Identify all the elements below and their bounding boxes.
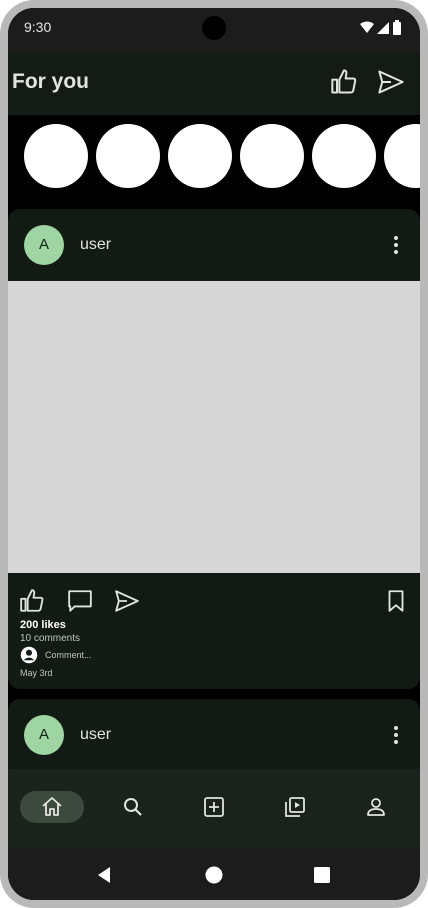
- bookmark-icon[interactable]: [383, 588, 409, 614]
- video-library-icon: [285, 797, 305, 817]
- send-icon[interactable]: [114, 588, 140, 614]
- status-time: 9:30: [24, 19, 52, 35]
- comments-count[interactable]: 10 comments: [20, 633, 80, 644]
- comment-input[interactable]: Comment...: [20, 646, 220, 664]
- recents-icon[interactable]: [312, 865, 332, 885]
- like-icon[interactable]: [19, 588, 45, 614]
- post-username[interactable]: user: [80, 236, 111, 254]
- back-icon[interactable]: [95, 865, 115, 885]
- more-vert-icon[interactable]: [392, 233, 400, 257]
- nav-create[interactable]: [182, 791, 246, 823]
- post-card: A user: [8, 699, 420, 779]
- post-card: A user: [8, 209, 420, 689]
- post-header: A user: [8, 699, 420, 771]
- more-vert-icon[interactable]: [392, 723, 400, 747]
- story-avatar[interactable]: [168, 124, 232, 188]
- status-bar: 9:30: [8, 8, 420, 52]
- screen: 9:30 For you A user 200 likes 10 comment…: [8, 8, 420, 900]
- battery-icon: [393, 22, 401, 35]
- story-avatar[interactable]: [240, 124, 304, 188]
- wifi-icon: [360, 21, 374, 33]
- nav-home[interactable]: [20, 791, 84, 823]
- nav-videos[interactable]: [263, 791, 327, 823]
- front-camera: [202, 16, 226, 40]
- person-icon: [367, 798, 385, 816]
- avatar[interactable]: A: [24, 225, 64, 265]
- send-icon[interactable]: [377, 68, 405, 96]
- top-app-bar: For you: [8, 52, 420, 115]
- bottom-navigation: [8, 769, 420, 849]
- avatar[interactable]: A: [24, 715, 64, 755]
- signal-icon: [377, 22, 389, 34]
- post-image[interactable]: [8, 281, 420, 573]
- home-icon: [42, 797, 62, 816]
- nav-profile[interactable]: [344, 791, 408, 823]
- search-icon: [124, 798, 142, 816]
- stories-row: [8, 115, 420, 208]
- likes-count[interactable]: 200 likes: [20, 619, 66, 631]
- post-actions: 200 likes 10 comments Comment... May 3rd: [8, 573, 420, 689]
- page-title: For you: [12, 70, 89, 93]
- story-avatar[interactable]: [312, 124, 376, 188]
- story-avatar[interactable]: [24, 124, 88, 188]
- post-header: A user: [8, 209, 420, 281]
- comment-icon[interactable]: [67, 588, 93, 614]
- post-username[interactable]: user: [80, 726, 111, 744]
- account-circle-icon: [20, 646, 38, 664]
- comment-placeholder: Comment...: [45, 650, 92, 660]
- system-navigation-bar: [8, 849, 420, 900]
- story-avatar[interactable]: [96, 124, 160, 188]
- status-icons: [360, 20, 401, 35]
- nav-search[interactable]: [101, 791, 165, 823]
- home-circle-icon[interactable]: [204, 865, 224, 885]
- add-box-icon: [204, 797, 224, 817]
- like-icon[interactable]: [330, 68, 358, 96]
- story-avatar[interactable]: [384, 124, 420, 188]
- post-date: May 3rd: [20, 668, 53, 678]
- device-frame: 9:30 For you A user 200 likes 10 comment…: [0, 0, 428, 908]
